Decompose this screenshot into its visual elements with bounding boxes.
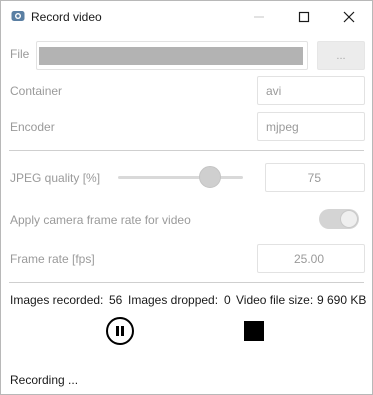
frame-rate-label: Frame rate [fps] [10,252,95,266]
encoder-label: Encoder [10,120,55,134]
browse-button[interactable]: ... [317,41,365,70]
jpeg-quality-label: JPEG quality [%] [10,171,101,185]
pause-button[interactable] [106,317,134,345]
images-recorded-value: 56 [109,293,123,307]
jpeg-quality-input[interactable]: 75 [265,163,365,192]
container-select[interactable]: avi [257,76,365,105]
divider [9,282,364,283]
window-title: Record video [31,10,102,24]
title-bar[interactable]: Record video [1,1,372,33]
jpeg-quality-slider-track[interactable] [118,176,243,179]
container-label: Container [10,84,63,98]
stop-button[interactable] [244,321,264,341]
divider [9,150,364,151]
close-button[interactable] [327,1,371,33]
images-dropped-value: 0 [224,293,231,307]
video-file-size-value: 9 690 KB [317,293,367,307]
file-path-bar [39,47,303,65]
maximize-icon [298,11,310,23]
video-file-size-label: Video file size: [236,293,314,307]
maximize-button[interactable] [282,1,326,33]
toggle-knob [340,210,358,228]
encoder-select[interactable]: mjpeg [257,112,365,141]
jpeg-quality-slider-thumb[interactable] [199,166,221,188]
images-recorded-label: Images recorded: [10,293,104,307]
frame-rate-input[interactable]: 25.00 [257,244,365,273]
minimize-button[interactable] [237,1,281,33]
apply-camera-rate-label: Apply camera frame rate for video [10,213,191,227]
minimize-icon [254,16,264,18]
close-icon [343,11,355,23]
status-text: Recording ... [10,373,79,387]
record-video-window: Record video File ... Container avi Enco… [0,0,373,395]
images-dropped-label: Images dropped: [128,293,219,307]
file-label: File [10,47,30,61]
camera-app-icon [11,10,25,22]
file-path-field[interactable] [36,41,308,70]
apply-camera-rate-toggle[interactable] [319,209,359,229]
